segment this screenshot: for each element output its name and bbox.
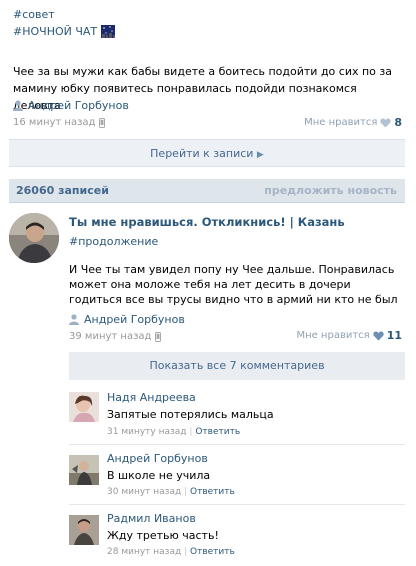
wall-post-count: 26060 записей [16,184,109,197]
reply-link[interactable]: Ответить [190,487,235,497]
show-all-comments-label: Показать все 7 комментариев [149,359,325,372]
heart-icon [380,118,392,127]
comment-text: В школе не учила [107,469,211,482]
user-icon [13,100,23,111]
post-like-button[interactable]: Мне нравится 8 [304,116,402,129]
post-title-hashtag[interactable]: #НОЧНОЙ ЧАТ [13,25,97,38]
avatar-image [69,515,99,545]
post-timestamp[interactable]: 16 минут назад [13,117,95,128]
post2-author-name[interactable]: Андрей Горбунов [84,313,185,326]
goto-post-button[interactable]: Перейти к записи ▶ [9,139,405,167]
comment-divider [69,504,405,505]
goto-post-label: Перейти к записи [150,147,254,160]
like-label: Мне нравится [304,117,378,128]
mobile-icon [155,331,162,342]
comment-timestamp[interactable]: 31 минуту назад [107,427,187,437]
commenter-name[interactable]: Радмил Иванов [107,512,196,525]
group-avatar-image [9,213,59,263]
post2-author-row[interactable]: Андрей Горбунов [69,313,185,326]
like-count: 8 [394,116,402,129]
post-hashtag[interactable]: #совет [13,8,55,21]
group-title-link[interactable]: Ты мне нравишься. Откликнись! | Казань [69,215,345,229]
commenter-name[interactable]: Надя Андреева [107,391,196,404]
avatar-image [69,392,99,422]
chevron-right-icon: ▶ [256,150,264,160]
post2-like-button[interactable]: Мне нравится 11 [296,329,402,342]
reply-link[interactable]: Ответить [190,547,235,557]
post2-time: 39 минут назад [69,331,162,342]
show-all-comments-button[interactable]: Показать все 7 комментариев [69,352,405,380]
post-author-row[interactable]: Андрей Горбунов [13,99,129,112]
like-count: 11 [386,329,402,342]
comment-text: Жду третью часть! [107,529,219,542]
post-time: 16 минут назад [13,117,106,128]
commenter-avatar[interactable] [69,455,99,485]
comment-meta: 30 минут назад | Ответить [107,487,235,497]
night-emoji-icon [101,25,116,38]
post-title-row: #НОЧНОЙ ЧАТ [13,25,116,38]
comment-meta: 28 минут назад | Ответить [107,547,235,557]
user-icon [69,314,79,325]
suggest-news-link[interactable]: предложить новость [264,184,397,197]
comment-meta: 31 минуту назад | Ответить [107,427,241,437]
comment-timestamp[interactable]: 28 минут назад [107,547,181,557]
post-author-name[interactable]: Андрей Горбунов [28,99,129,112]
post2-timestamp[interactable]: 39 минут назад [69,331,151,342]
post2-text: И Чее ты там увидел попу ну Чее дальше. … [69,263,398,306]
group-avatar[interactable] [9,213,59,263]
comment-text: Запятые потерялись мальца [107,408,274,421]
reply-link[interactable]: Ответить [195,427,240,437]
avatar-image [69,455,99,485]
post2-hashtag[interactable]: #продолжение [69,235,158,248]
like-label: Мне нравится [296,330,370,341]
wall-header: 26060 записей предложить новость [9,179,405,203]
commenter-avatar[interactable] [69,392,99,422]
mobile-icon [99,117,106,128]
commenter-name[interactable]: Андрей Горбунов [107,452,208,465]
commenter-avatar[interactable] [69,515,99,545]
comment-divider [69,444,405,445]
heart-icon [373,331,384,340]
comment-timestamp[interactable]: 30 минут назад [107,487,181,497]
